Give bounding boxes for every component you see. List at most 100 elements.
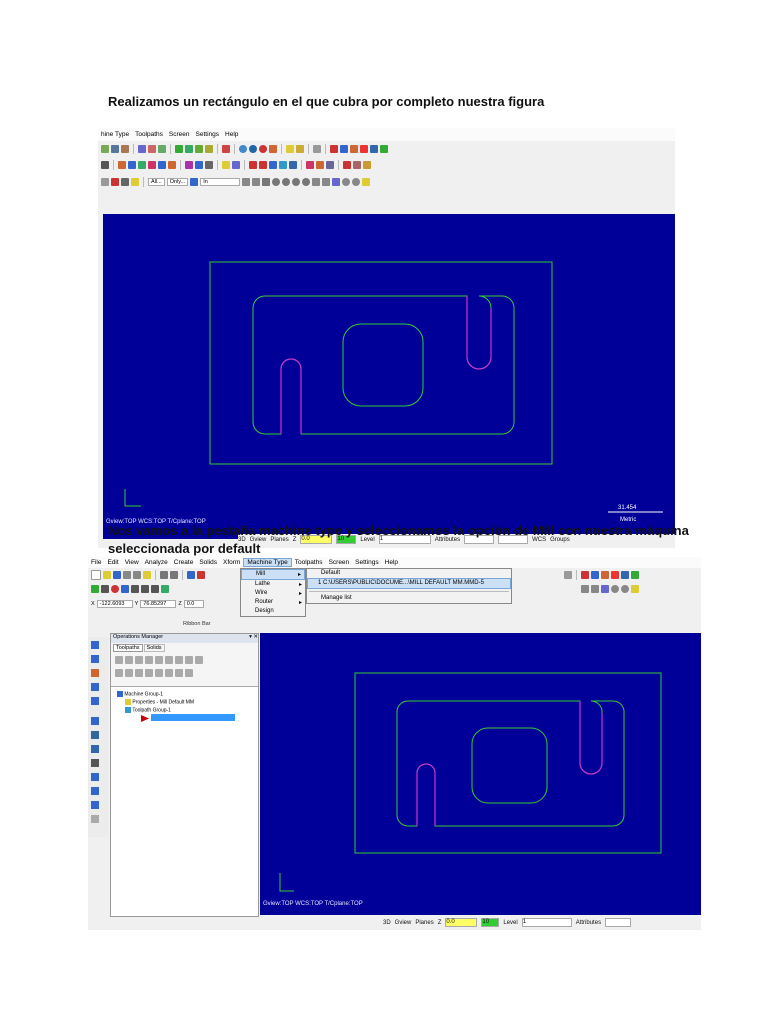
tool-icon[interactable]: [343, 160, 351, 169]
menu-help[interactable]: Help: [382, 559, 401, 566]
tool-icon[interactable]: [187, 571, 195, 579]
menu-item-wire[interactable]: Wire ▸: [241, 589, 305, 598]
tool-icon[interactable]: [155, 668, 163, 677]
status-level-field[interactable]: 1: [521, 918, 572, 927]
graphics-viewport[interactable]: Gview:TOP WCS:TOP T/Cplane:TOP 31.454 Me…: [103, 214, 675, 539]
tool-icon[interactable]: [148, 144, 156, 153]
redo-icon[interactable]: [170, 571, 178, 579]
tool-icon[interactable]: [185, 655, 193, 664]
tool-icon[interactable]: [252, 177, 261, 186]
insert-position-highlight[interactable]: [151, 714, 235, 721]
status-style-field[interactable]: [605, 918, 632, 927]
menu-screen[interactable]: Screen: [326, 559, 353, 566]
tool-icon[interactable]: [242, 177, 251, 186]
menu-machine-type[interactable]: Machine Type: [243, 558, 292, 567]
tool-icon[interactable]: [101, 144, 109, 153]
tool-icon[interactable]: [197, 571, 205, 579]
tool-icon[interactable]: [322, 177, 331, 186]
status-3d[interactable]: 3D: [383, 920, 391, 926]
tab-toolpaths[interactable]: Toolpaths: [113, 644, 143, 652]
status-gview[interactable]: Gview: [395, 920, 412, 926]
menu-screen[interactable]: Screen: [166, 131, 193, 138]
tool-icon[interactable]: [111, 585, 119, 593]
menu-item-router[interactable]: Router ▸: [241, 598, 305, 607]
tool-icon[interactable]: [161, 585, 169, 593]
x-coord-field[interactable]: -122.6093: [96, 600, 133, 608]
tool-icon[interactable]: [118, 160, 126, 169]
tree-properties[interactable]: Properties - Mill Default MM: [125, 699, 194, 705]
tool-icon[interactable]: [353, 160, 361, 169]
tool-icon[interactable]: [370, 144, 378, 153]
tool-icon[interactable]: [564, 571, 572, 579]
tool-icon[interactable]: [131, 177, 139, 186]
tool-icon[interactable]: [352, 177, 361, 186]
tool-icon[interactable]: [145, 655, 153, 664]
graphics-viewport[interactable]: Gview:TOP WCS:TOP T/Cplane:TOP: [260, 633, 701, 915]
z-coord-field[interactable]: 0.0: [183, 600, 204, 608]
tool-icon[interactable]: [239, 144, 247, 153]
tool-icon[interactable]: [195, 655, 203, 664]
tool-icon[interactable]: [272, 177, 281, 186]
tool-icon[interactable]: [259, 160, 267, 169]
select-only-button[interactable]: Only...: [166, 177, 189, 186]
tool-icon[interactable]: [286, 144, 294, 153]
tool-icon[interactable]: [611, 571, 619, 579]
tool-icon[interactable]: [631, 585, 639, 593]
tool-icon[interactable]: [621, 571, 629, 579]
y-coord-field[interactable]: 76.85297: [140, 600, 177, 608]
tool-icon[interactable]: [148, 160, 156, 169]
tool-icon[interactable]: [316, 160, 324, 169]
tool-icon[interactable]: [262, 177, 271, 186]
tool-icon[interactable]: [125, 668, 133, 677]
status-color-field[interactable]: 10: [481, 918, 500, 927]
tool-icon[interactable]: [269, 144, 277, 153]
tool-icon[interactable]: [292, 177, 301, 186]
tool-icon[interactable]: [138, 160, 146, 169]
tool-icon[interactable]: [143, 571, 151, 579]
tool-icon[interactable]: [190, 177, 199, 186]
tool-icon[interactable]: [581, 585, 589, 593]
status-z-field[interactable]: 0.0: [445, 918, 478, 927]
tool-icon[interactable]: [631, 571, 639, 579]
undo-icon[interactable]: [160, 571, 168, 579]
submenu-item-manage-list[interactable]: Manage list: [307, 594, 511, 603]
tool-icon[interactable]: [249, 144, 257, 153]
tool-icon[interactable]: [185, 160, 193, 169]
tool-icon[interactable]: [279, 160, 287, 169]
menu-settings[interactable]: Settings: [193, 131, 223, 138]
tool-icon[interactable]: [330, 144, 338, 153]
tool-icon[interactable]: [342, 177, 351, 186]
menu-solids[interactable]: Solids: [196, 559, 220, 566]
tool-icon[interactable]: [128, 160, 136, 169]
menu-settings[interactable]: Settings: [352, 559, 382, 566]
tool-icon[interactable]: [175, 655, 183, 664]
menu-file[interactable]: File: [88, 559, 104, 566]
menu-item-design[interactable]: Design: [241, 607, 305, 616]
tool-icon[interactable]: [121, 585, 129, 593]
tool-icon[interactable]: [332, 177, 341, 186]
tool-icon[interactable]: [249, 160, 257, 169]
tool-icon[interactable]: [350, 144, 358, 153]
tool-icon[interactable]: [222, 144, 230, 153]
save-icon[interactable]: [113, 571, 121, 579]
tool-icon[interactable]: [195, 160, 203, 169]
tool-icon[interactable]: [205, 160, 213, 169]
tool-icon[interactable]: [312, 177, 321, 186]
select-mode-dropdown[interactable]: In: [200, 177, 241, 186]
tool-icon[interactable]: [282, 177, 291, 186]
menu-create[interactable]: Create: [171, 559, 197, 566]
tool-icon[interactable]: [121, 177, 129, 186]
tool-icon[interactable]: [123, 571, 131, 579]
tool-icon[interactable]: [340, 144, 348, 153]
tool-icon[interactable]: [111, 144, 119, 153]
tool-icon[interactable]: [165, 668, 173, 677]
tool-icon[interactable]: [175, 668, 183, 677]
tool-icon[interactable]: [259, 144, 267, 153]
tool-icon[interactable]: [115, 668, 123, 677]
tool-icon[interactable]: [158, 160, 166, 169]
tool-icon[interactable]: [611, 585, 619, 593]
tool-icon[interactable]: [591, 571, 599, 579]
menu-help[interactable]: Help: [222, 131, 241, 138]
menu-edit[interactable]: Edit: [104, 559, 121, 566]
tool-icon[interactable]: [138, 144, 146, 153]
